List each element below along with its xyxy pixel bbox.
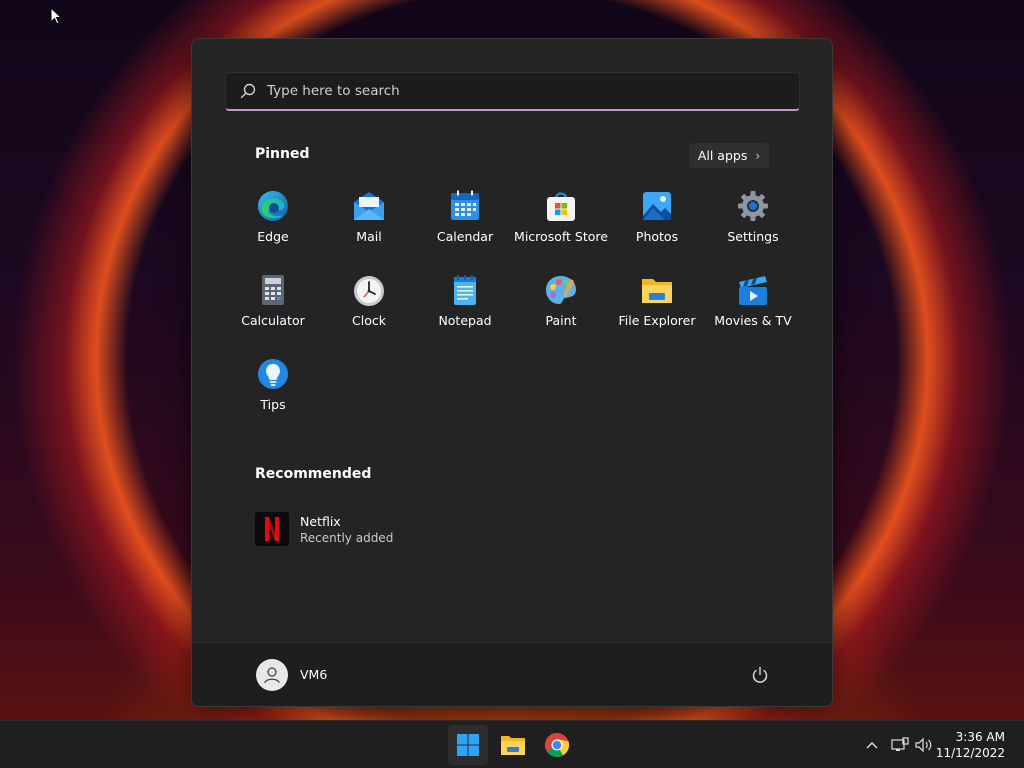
- clock-icon: [354, 276, 384, 306]
- settings-icon: [738, 191, 768, 221]
- user-icon: [264, 667, 280, 684]
- user-bar: VM6: [192, 642, 832, 706]
- power-button[interactable]: [748, 663, 772, 687]
- app-label: Clock: [352, 313, 386, 328]
- pinned-app-clock[interactable]: Clock: [321, 269, 417, 353]
- pinned-app-mail[interactable]: Mail: [321, 185, 417, 269]
- pinned-app-photos[interactable]: Photos: [609, 185, 705, 269]
- paint-icon: [546, 276, 576, 304]
- app-label: File Explorer: [618, 313, 696, 328]
- notepad-icon: [454, 275, 476, 305]
- pinned-apps-grid: Edge Mail Calendar Microsoft Store Photo…: [225, 185, 801, 437]
- app-label: Notepad: [438, 313, 492, 328]
- all-apps-label: All apps: [697, 148, 748, 163]
- photos-icon: [643, 192, 671, 220]
- app-label: Movies & TV: [714, 313, 792, 328]
- clock-date: 11/12/2022: [935, 746, 1005, 760]
- pinned-app-tips[interactable]: Tips: [225, 353, 321, 437]
- pinned-app-paint[interactable]: Paint: [513, 269, 609, 353]
- user-name[interactable]: VM6: [300, 667, 327, 682]
- show-hidden-icons-chevron-up-icon[interactable]: [862, 735, 882, 755]
- clock-time: 3:36 AM: [955, 730, 1005, 744]
- pinned-app-microsoft-store[interactable]: Microsoft Store: [513, 185, 609, 269]
- all-apps-button[interactable]: All apps ›: [689, 143, 769, 168]
- pinned-app-file-explorer[interactable]: File Explorer: [609, 269, 705, 353]
- calculator-icon: [262, 275, 284, 305]
- search-box[interactable]: [225, 72, 800, 111]
- app-label: Mail: [356, 229, 382, 244]
- volume-icon[interactable]: [914, 735, 934, 755]
- recommended-item-subtitle: Recently added: [300, 530, 394, 545]
- pinned-section-title: Pinned: [255, 146, 310, 162]
- pinned-app-movies-tv[interactable]: Movies & TV: [705, 269, 801, 353]
- tips-icon: [258, 359, 288, 389]
- folder-icon: [501, 736, 525, 755]
- search-icon: [240, 83, 256, 99]
- netflix-icon: [255, 512, 289, 546]
- pinned-app-notepad[interactable]: Notepad: [417, 269, 513, 353]
- app-label: Photos: [635, 229, 679, 244]
- app-label: Microsoft Store: [514, 229, 608, 244]
- app-label: Calculator: [241, 313, 305, 328]
- edge-icon: [258, 191, 288, 221]
- taskbar: 3:36 AM 11/12/2022: [0, 720, 1024, 768]
- chrome-icon: [544, 733, 570, 758]
- taskbar-clock[interactable]: 3:36 AM 11/12/2022: [936, 729, 1005, 761]
- taskbar-file-explorer[interactable]: [493, 725, 533, 765]
- search-input[interactable]: [267, 83, 747, 99]
- recommended-item-text: Netflix Recently added: [300, 514, 393, 545]
- pinned-app-edge[interactable]: Edge: [225, 185, 321, 269]
- taskbar-chrome[interactable]: [537, 725, 577, 765]
- recommended-item-netflix[interactable]: Netflix Recently added: [255, 511, 393, 547]
- file-explorer-icon: [642, 279, 672, 303]
- start-button[interactable]: [448, 725, 488, 765]
- movies-tv-icon: [739, 276, 767, 305]
- pinned-app-calendar[interactable]: Calendar: [417, 185, 513, 269]
- pinned-app-settings[interactable]: Settings: [705, 185, 801, 269]
- recommended-item-name: Netflix: [300, 513, 341, 529]
- app-label: Settings: [727, 229, 779, 244]
- microsoft-store-icon: [547, 192, 575, 221]
- app-label: Edge: [257, 229, 289, 244]
- mail-icon: [354, 192, 384, 220]
- start-menu: Pinned All apps › Edge: [191, 38, 833, 707]
- mouse-cursor-icon: [50, 7, 62, 25]
- recommended-section-title: Recommended: [255, 466, 372, 482]
- pinned-app-calculator[interactable]: Calculator: [225, 269, 321, 353]
- calendar-icon: [451, 190, 479, 220]
- app-label: Tips: [260, 397, 286, 412]
- app-label: Paint: [545, 313, 577, 328]
- network-icon[interactable]: [890, 735, 910, 755]
- windows-logo-icon: [457, 734, 479, 756]
- chevron-right-icon: ›: [755, 148, 761, 163]
- user-avatar[interactable]: [256, 659, 288, 691]
- app-label: Calendar: [436, 229, 494, 244]
- power-icon: [752, 666, 768, 683]
